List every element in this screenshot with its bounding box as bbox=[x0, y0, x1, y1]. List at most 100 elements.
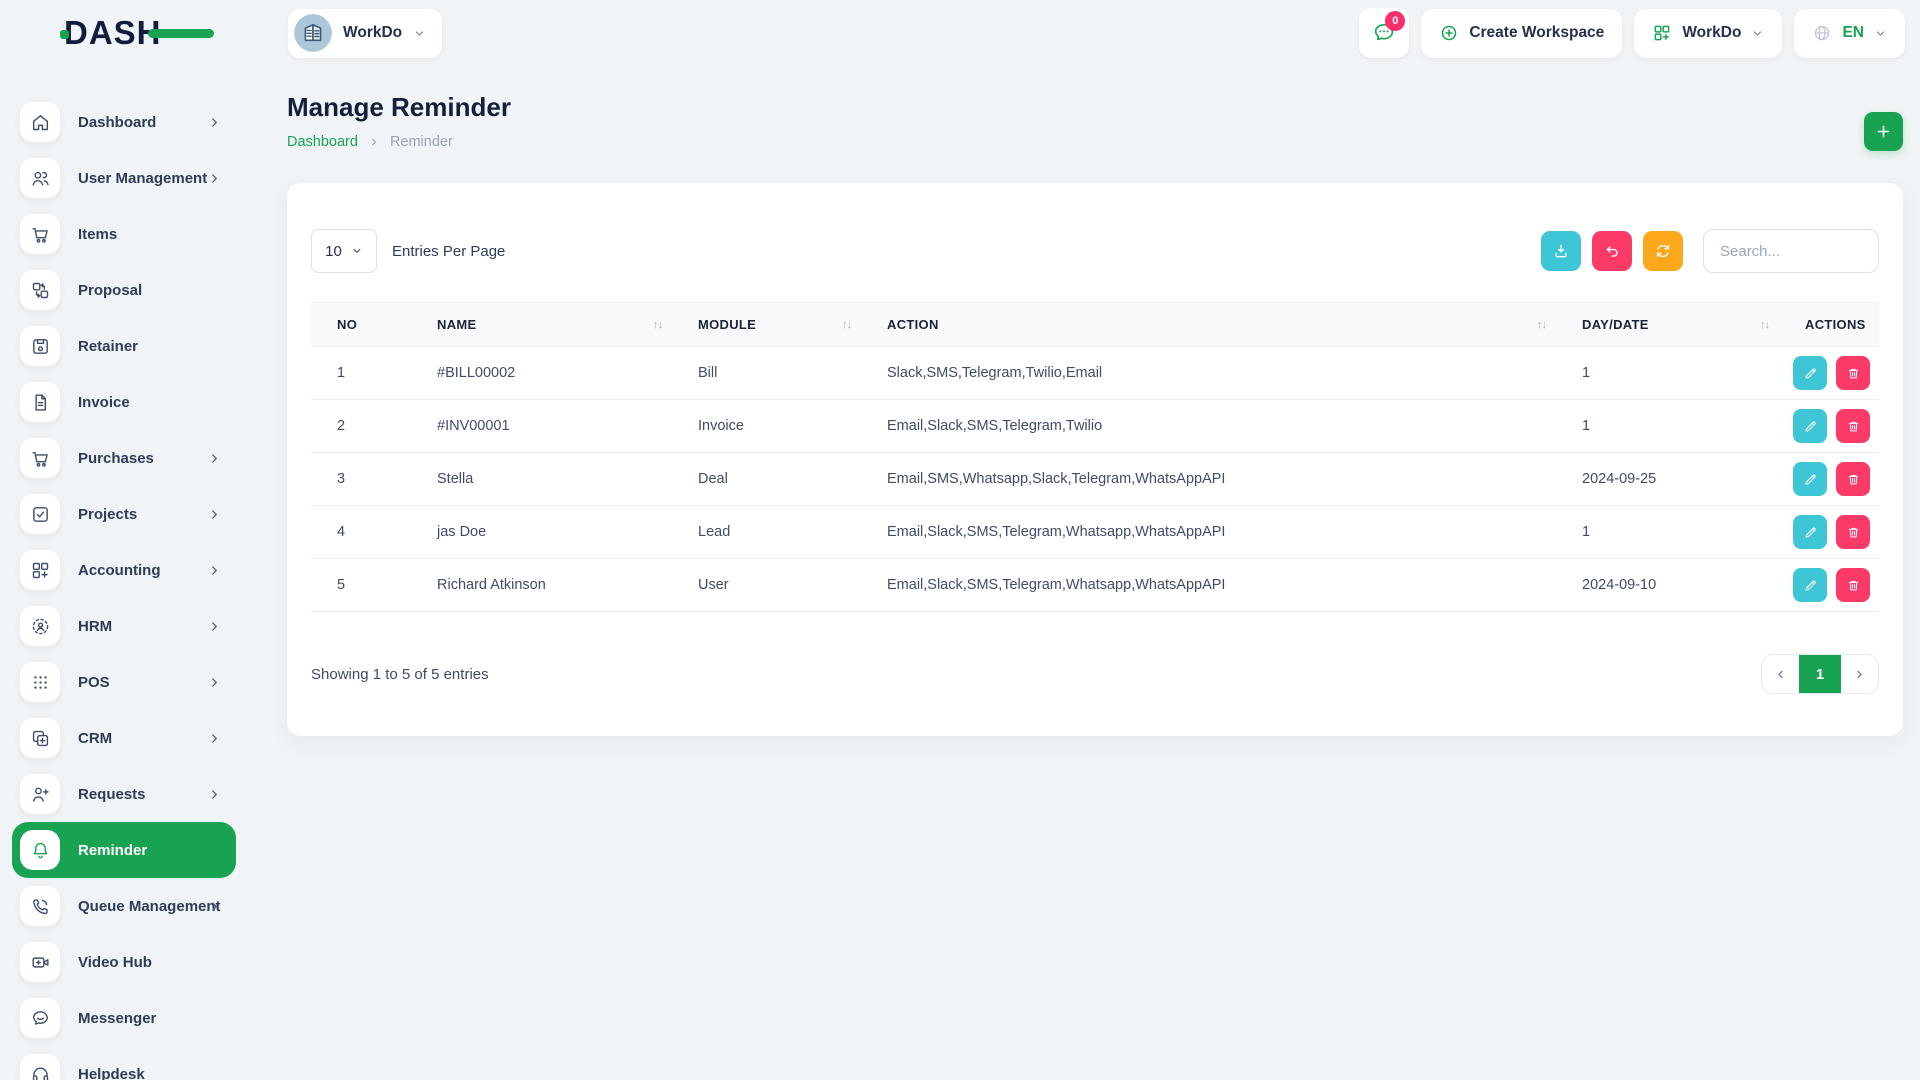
sidebar-item-invoice[interactable]: Invoice bbox=[12, 374, 236, 430]
entries-per-page-value: 10 bbox=[325, 243, 342, 260]
workspace-switcher[interactable]: WorkDo bbox=[288, 9, 442, 58]
trash-icon bbox=[1846, 578, 1861, 593]
search-input[interactable] bbox=[1703, 229, 1879, 273]
edit-button[interactable] bbox=[1793, 515, 1827, 549]
sidebar-item-dashboard[interactable]: Dashboard bbox=[12, 94, 236, 150]
chevron-right-icon bbox=[207, 451, 222, 466]
column-header-name[interactable]: NAME↑↓ bbox=[411, 303, 672, 347]
sidebar-item-queue-management[interactable]: Queue Management bbox=[12, 878, 236, 934]
language-menu-button[interactable]: EN bbox=[1794, 9, 1905, 58]
sidebar-item-video-hub[interactable]: Video Hub bbox=[12, 934, 236, 990]
sidebar-item-proposal[interactable]: Proposal bbox=[12, 262, 236, 318]
home-icon bbox=[20, 102, 60, 142]
chevron-right-icon bbox=[207, 899, 222, 914]
sidebar-item-hrm[interactable]: HRM bbox=[12, 598, 236, 654]
plus-icon bbox=[1874, 122, 1893, 141]
breadcrumb-current: Reminder bbox=[390, 134, 453, 150]
sidebar-item-pos[interactable]: POS bbox=[12, 654, 236, 710]
edit-button[interactable] bbox=[1793, 409, 1827, 443]
sort-icon: ↑↓ bbox=[842, 319, 851, 331]
pencil-icon bbox=[1803, 525, 1818, 540]
entries-per-page-label: Entries Per Page bbox=[392, 243, 505, 260]
sidebar-item-label: Items bbox=[78, 226, 117, 243]
cell-module: Lead bbox=[672, 506, 861, 559]
delete-button[interactable] bbox=[1836, 409, 1870, 443]
sidebar-item-label: Purchases bbox=[78, 450, 154, 467]
sidebar-item-retainer[interactable]: Retainer bbox=[12, 318, 236, 374]
reminder-table-card: 10 Entries Per Page NONAME↑↓MODULE↑↓ACTI… bbox=[287, 183, 1903, 736]
building-avatar-icon bbox=[294, 14, 332, 52]
swap-squares-icon bbox=[20, 270, 60, 310]
trash-icon bbox=[1846, 472, 1861, 487]
cell-day-date: 2024-09-25 bbox=[1556, 453, 1779, 506]
add-reminder-button[interactable] bbox=[1864, 112, 1903, 151]
table-row: 5Richard AtkinsonUserEmail,Slack,SMS,Tel… bbox=[311, 559, 1879, 612]
export-button[interactable] bbox=[1541, 231, 1581, 271]
create-workspace-button[interactable]: Create Workspace bbox=[1421, 9, 1622, 58]
chevron-right-icon bbox=[207, 675, 222, 690]
sidebar-item-crm[interactable]: CRM bbox=[12, 710, 236, 766]
sidebar-item-requests[interactable]: Requests bbox=[12, 766, 236, 822]
sidebar-item-projects[interactable]: Projects bbox=[12, 486, 236, 542]
refresh-button[interactable] bbox=[1643, 231, 1683, 271]
cell-action: Email,Slack,SMS,Telegram,Whatsapp,WhatsA… bbox=[861, 506, 1556, 559]
chevron-right-icon bbox=[207, 115, 222, 130]
sidebar-item-messenger[interactable]: Messenger bbox=[12, 990, 236, 1046]
sidebar-item-user-management[interactable]: User Management bbox=[12, 150, 236, 206]
brand-logo: DASH bbox=[64, 9, 244, 57]
cell-name: #INV00001 bbox=[411, 400, 672, 453]
reminder-table: NONAME↑↓MODULE↑↓ACTION↑↓DAY/DATE↑↓ACTION… bbox=[311, 302, 1879, 612]
column-header-action[interactable]: ACTION↑↓ bbox=[861, 303, 1556, 347]
pagination: 1 bbox=[1761, 654, 1879, 694]
sidebar-item-reminder[interactable]: Reminder bbox=[12, 822, 236, 878]
chat-icon bbox=[20, 998, 60, 1038]
pencil-icon bbox=[1803, 578, 1818, 593]
sidebar-item-label: POS bbox=[78, 674, 110, 691]
edit-button[interactable] bbox=[1793, 462, 1827, 496]
chevron-right-icon bbox=[207, 507, 222, 522]
entries-per-page-select[interactable]: 10 bbox=[311, 229, 377, 273]
cell-module: Bill bbox=[672, 347, 861, 400]
topbar-actions: 0 Create Workspace WorkDo EN bbox=[1359, 8, 1920, 58]
cell-name: jas Doe bbox=[411, 506, 672, 559]
logo-accent-bar bbox=[148, 29, 214, 38]
table-controls: 10 Entries Per Page bbox=[311, 183, 1879, 273]
workspace-switcher-label: WorkDo bbox=[343, 24, 402, 42]
sidebar-item-accounting[interactable]: Accounting bbox=[12, 542, 236, 598]
sidebar-item-items[interactable]: Items bbox=[12, 206, 236, 262]
sidebar-item-label: Video Hub bbox=[78, 954, 152, 971]
cell-module: User bbox=[672, 559, 861, 612]
breadcrumb-dashboard-link[interactable]: Dashboard bbox=[287, 134, 358, 150]
headset-icon bbox=[20, 1054, 60, 1080]
workspace-menu-button[interactable]: WorkDo bbox=[1634, 9, 1782, 58]
messages-button[interactable]: 0 bbox=[1359, 8, 1409, 58]
chevron-right-icon bbox=[1853, 668, 1866, 681]
column-header-day-date[interactable]: DAY/DATE↑↓ bbox=[1556, 303, 1779, 347]
pagination-prev-button[interactable] bbox=[1762, 655, 1799, 693]
edit-button[interactable] bbox=[1793, 568, 1827, 602]
video-icon bbox=[20, 942, 60, 982]
sidebar-item-label: Queue Management bbox=[78, 898, 221, 915]
cell-no: 3 bbox=[311, 453, 411, 506]
sort-icon: ↑↓ bbox=[1537, 319, 1546, 331]
sidebar-item-purchases[interactable]: Purchases bbox=[12, 430, 236, 486]
user-plus-icon bbox=[20, 774, 60, 814]
edit-button[interactable] bbox=[1793, 356, 1827, 390]
cell-no: 4 bbox=[311, 506, 411, 559]
cell-no: 1 bbox=[311, 347, 411, 400]
column-header-module[interactable]: MODULE↑↓ bbox=[672, 303, 861, 347]
pagination-next-button[interactable] bbox=[1841, 655, 1878, 693]
delete-button[interactable] bbox=[1836, 356, 1870, 390]
entries-summary: Showing 1 to 5 of 5 entries bbox=[311, 666, 489, 683]
undo-button[interactable] bbox=[1592, 231, 1632, 271]
sidebar-item-label: HRM bbox=[78, 618, 112, 635]
messages-badge: 0 bbox=[1385, 11, 1405, 31]
delete-button[interactable] bbox=[1836, 568, 1870, 602]
delete-button[interactable] bbox=[1836, 515, 1870, 549]
sidebar-nav: DashboardUser Management Items ProposalRet… bbox=[0, 94, 240, 1080]
cell-action: Email,Slack,SMS,Telegram,Whatsapp,WhatsA… bbox=[861, 559, 1556, 612]
sidebar-item-helpdesk[interactable]: Helpdesk bbox=[12, 1046, 236, 1080]
pagination-page-1[interactable]: 1 bbox=[1799, 655, 1841, 693]
trash-icon bbox=[1846, 525, 1861, 540]
delete-button[interactable] bbox=[1836, 462, 1870, 496]
